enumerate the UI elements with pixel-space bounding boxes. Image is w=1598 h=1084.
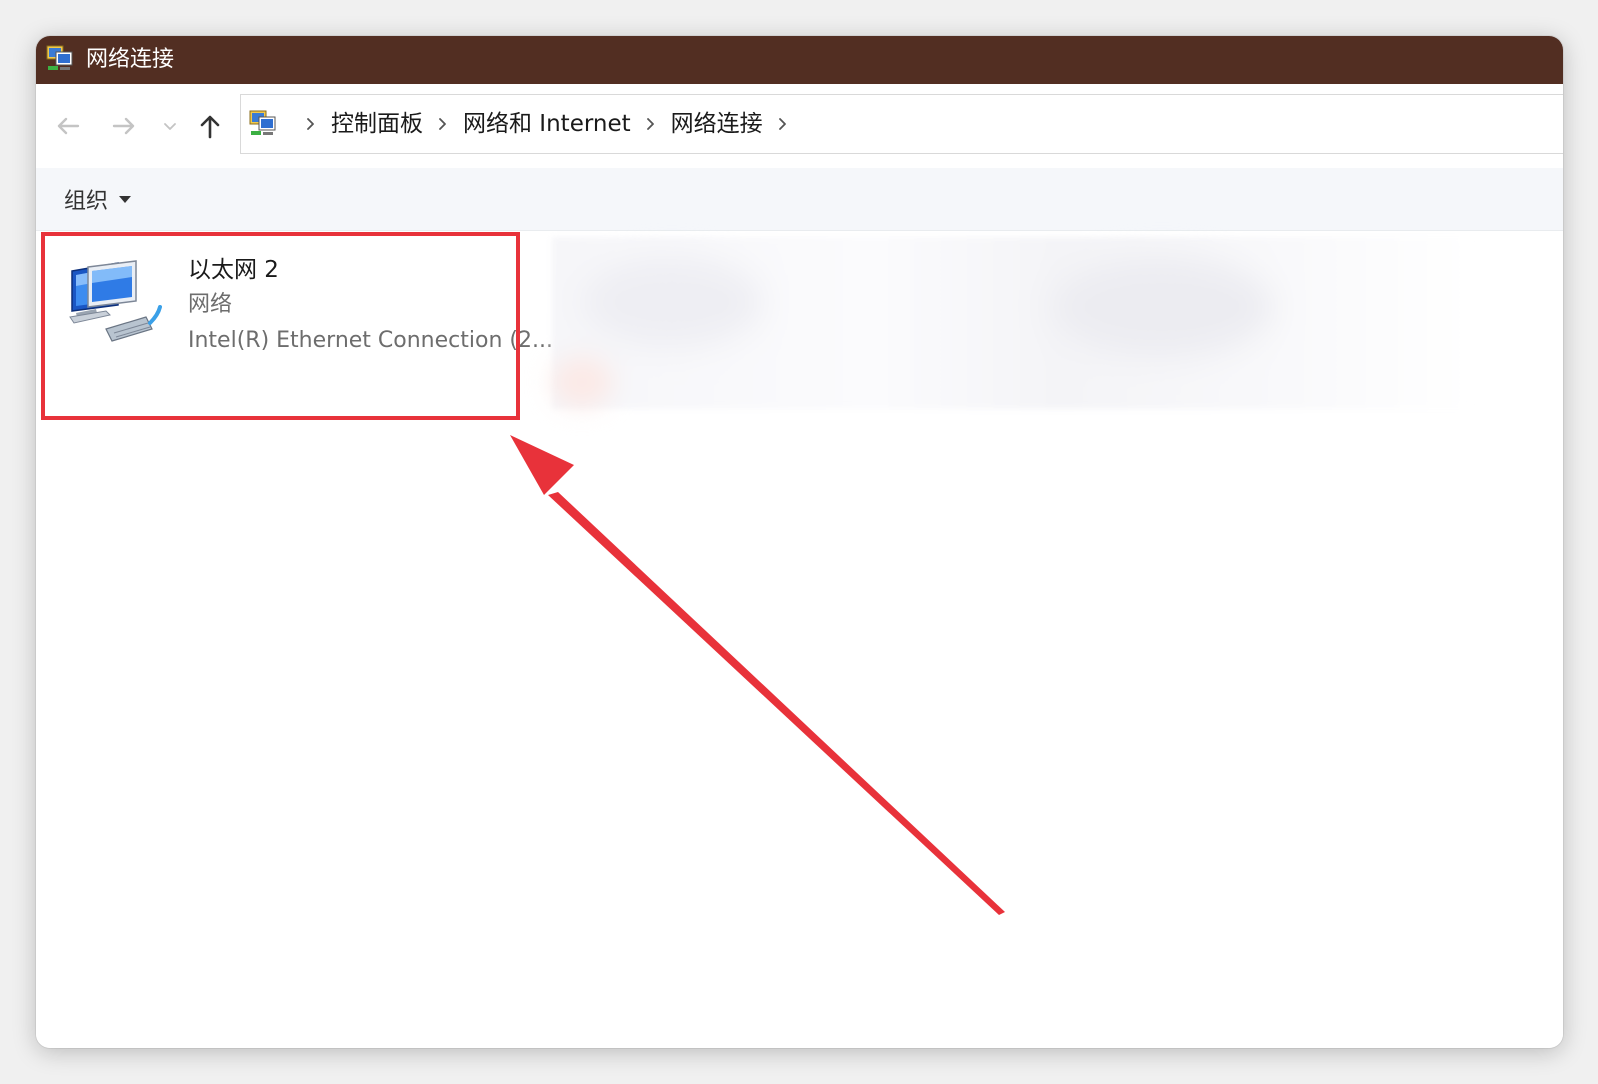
forward-button[interactable] [106, 108, 142, 144]
connection-type: 网络 [188, 292, 233, 317]
breadcrumb-network-internet[interactable]: 网络和 Internet [463, 109, 631, 139]
back-button[interactable] [50, 108, 86, 144]
breadcrumb: 控制面板 网络和 Internet 网络连接 [291, 95, 803, 153]
arrow-left-icon [57, 117, 80, 135]
chevron-right-icon[interactable] [641, 114, 661, 134]
organize-label: 组织 [64, 189, 109, 214]
network-adapter-icon [69, 260, 162, 342]
connections-list: 以太网 2 网络 Intel(R) Ethernet Connection (2… [36, 231, 1563, 1048]
connection-name: 以太网 2 [188, 257, 279, 283]
recent-locations-button[interactable] [158, 108, 182, 144]
address-bar[interactable]: 控制面板 网络和 Internet 网络连接 [240, 94, 1563, 154]
organize-button[interactable]: 组织 [64, 183, 132, 215]
arrow-right-icon [112, 117, 135, 135]
connection-item[interactable]: 以太网 2 网络 Intel(R) Ethernet Connection (2… [56, 241, 553, 401]
breadcrumb-control-panel[interactable]: 控制面板 [331, 109, 423, 139]
network-connections-window: 网络连接 控制面板 网络和 Internet 网络连接 组织 以太网 2 网络 … [36, 36, 1563, 1048]
breadcrumb-network-connections[interactable]: 网络连接 [671, 109, 763, 139]
arrow-up-icon [200, 115, 220, 139]
chevron-right-icon[interactable] [433, 114, 453, 134]
navigation-bar: 控制面板 网络和 Internet 网络连接 [36, 84, 1563, 168]
chevron-down-icon [164, 123, 176, 130]
connection-device: Intel(R) Ethernet Connection (2... [188, 328, 553, 353]
chevron-right-icon[interactable] [301, 114, 321, 134]
title-bar: 网络连接 [36, 36, 1563, 84]
command-bar: 组织 [36, 168, 1563, 231]
window-title: 网络连接 [86, 47, 175, 72]
caret-down-icon [119, 196, 132, 203]
network-connections-icon [46, 45, 73, 70]
chevron-right-icon[interactable] [773, 114, 793, 134]
up-button[interactable] [192, 108, 228, 144]
control-panel-icon [249, 110, 276, 135]
blurred-connections [552, 237, 1474, 409]
